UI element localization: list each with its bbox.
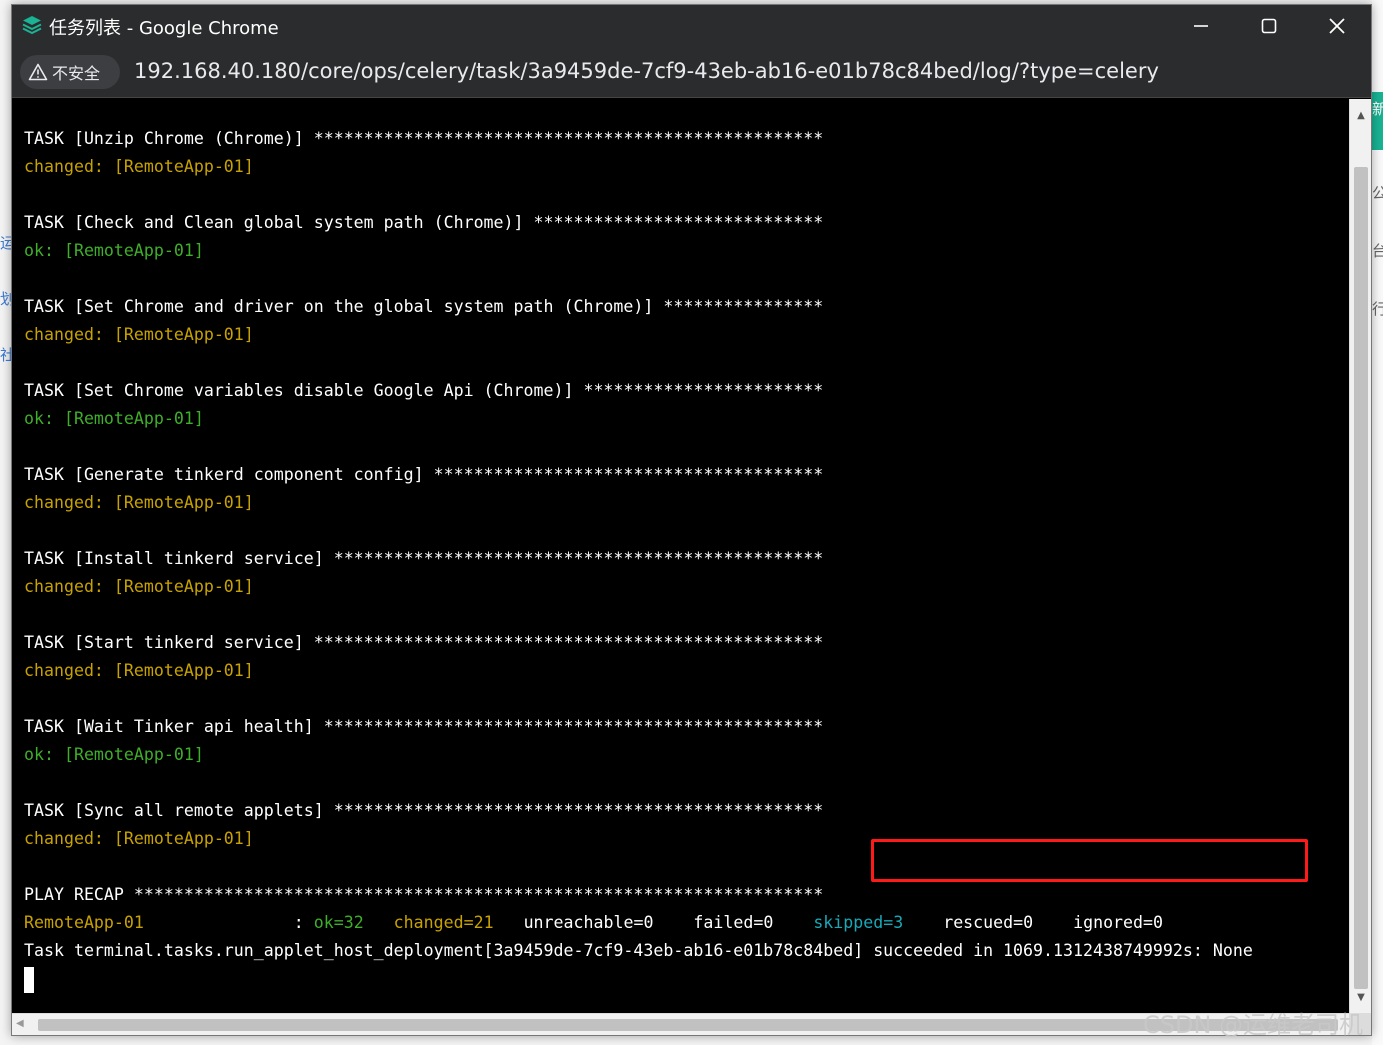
recap-ignored: ignored=0 (1073, 913, 1164, 932)
background-fragment: 行 (1372, 300, 1383, 318)
task-header-line: TASK [Check and Clean global system path… (24, 209, 1253, 237)
background-fragment: 台 (1372, 242, 1383, 260)
task-header: TASK [Unzip Chrome (Chrome)] ***********… (24, 129, 824, 148)
scroll-up-arrow-icon[interactable]: ▲ (1350, 105, 1371, 125)
url-text[interactable]: 192.168.40.180/core/ops/celery/task/3a94… (134, 59, 1159, 83)
task-status: changed: [RemoteApp-01] (24, 661, 254, 680)
recap-changed: changed=21 (393, 913, 494, 932)
task-header: TASK [Set Chrome and driver on the globa… (24, 297, 824, 316)
task-header: TASK [Generate tinkerd component config]… (24, 465, 824, 484)
cursor-line (24, 965, 1253, 993)
vertical-scroll-thumb[interactable] (1354, 167, 1368, 989)
task-header-line: TASK [Generate tinkerd component config]… (24, 461, 1253, 489)
task-header-line: TASK [Sync all remote applets] *********… (24, 797, 1253, 825)
background-page-edge (1372, 0, 1383, 1045)
warning-icon (28, 63, 48, 81)
minimize-icon (1194, 25, 1208, 27)
title-bar[interactable]: 任务列表 - Google Chrome (12, 5, 1371, 47)
final-task-result: succeeded in 1069.1312438749992s: None (873, 941, 1253, 960)
recap-rescued: rescued=0 (943, 913, 1034, 932)
background-fragment: 公 (1372, 184, 1383, 202)
task-status-line: ok: [RemoteApp-01] (24, 237, 1253, 265)
recap-header: PLAY RECAP *****************************… (24, 885, 824, 904)
task-header-line: TASK [Start tinkerd service] ***********… (24, 629, 1253, 657)
task-header-line: TASK [Wait Tinker api health] **********… (24, 713, 1253, 741)
background-green-button: 新 (1372, 92, 1383, 150)
recap-line: RemoteApp-01 : ok=32 changed=21 unreacha… (24, 909, 1253, 937)
maximize-icon (1261, 18, 1277, 34)
recap-ok: ok=32 (313, 913, 364, 932)
task-status: changed: [RemoteApp-01] (24, 493, 254, 512)
task-status: changed: [RemoteApp-01] (24, 325, 254, 344)
minimize-button[interactable] (1167, 5, 1235, 47)
recap-separator: : (143, 913, 314, 932)
task-status-line: changed: [RemoteApp-01] (24, 153, 1253, 181)
recap-header-line: PLAY RECAP *****************************… (24, 881, 1253, 909)
task-status-line: ok: [RemoteApp-01] (24, 741, 1253, 769)
security-indicator[interactable]: 不安全 (20, 55, 120, 89)
task-header: TASK [Install tinkerd service] *********… (24, 549, 824, 568)
task-header-line: TASK [Install tinkerd service] *********… (24, 545, 1253, 573)
task-status: changed: [RemoteApp-01] (24, 577, 254, 596)
window-title: 任务列表 - Google Chrome (49, 18, 279, 39)
task-status-line: changed: [RemoteApp-01] (24, 657, 1253, 685)
task-header-line: TASK [Set Chrome and driver on the globa… (24, 293, 1253, 321)
terminal-cursor (24, 966, 34, 993)
final-task-prefix: Task terminal.tasks.run_applet_host_depl… (24, 941, 874, 960)
task-header-line: TASK [Unzip Chrome (Chrome)] ***********… (24, 125, 1253, 153)
vertical-scrollbar[interactable]: ▲ ▼ (1349, 99, 1371, 1013)
close-button[interactable] (1303, 5, 1371, 47)
task-status-line: ok: [RemoteApp-01] (24, 405, 1253, 433)
background-fragment: 新 (1372, 100, 1383, 118)
task-status-line: changed: [RemoteApp-01] (24, 573, 1253, 601)
app-logo-icon (22, 16, 42, 35)
task-header: TASK [Set Chrome variables disable Googl… (24, 381, 824, 400)
task-status-line: changed: [RemoteApp-01] (24, 489, 1253, 517)
task-status: changed: [RemoteApp-01] (24, 157, 254, 176)
close-icon (1329, 18, 1345, 34)
recap-failed: failed=0 (693, 913, 774, 932)
watermark: CSDN @运维老司机 (1143, 1011, 1364, 1039)
recap-unreachable: unreachable=0 (523, 913, 654, 932)
task-status-line: changed: [RemoteApp-01] (24, 321, 1253, 349)
task-status: changed: [RemoteApp-01] (24, 829, 254, 848)
task-header: TASK [Start tinkerd service] ***********… (24, 633, 824, 652)
recap-host: RemoteApp-01 (24, 913, 144, 932)
address-bar: 不安全 192.168.40.180/core/ops/celery/task/… (12, 47, 1371, 98)
recap-skipped: skipped=3 (813, 913, 904, 932)
task-status: ok: [RemoteApp-01] (24, 241, 204, 260)
chrome-popup-window: 任务列表 - Google Chrome 不安全 192.168.40.180/… (11, 4, 1372, 1036)
task-header: TASK [Wait Tinker api health] **********… (24, 717, 824, 736)
task-header: TASK [Sync all remote applets] *********… (24, 801, 824, 820)
task-header-line: TASK [Set Chrome variables disable Googl… (24, 377, 1253, 405)
success-highlight-box (871, 839, 1308, 882)
task-header: TASK [Check and Clean global system path… (24, 213, 824, 232)
scroll-left-arrow-icon[interactable]: ◀ (16, 1018, 24, 1029)
task-status: ok: [RemoteApp-01] (24, 745, 204, 764)
final-result-line: Task terminal.tasks.run_applet_host_depl… (24, 937, 1253, 965)
task-status: ok: [RemoteApp-01] (24, 409, 204, 428)
scroll-down-arrow-icon[interactable]: ▼ (1350, 987, 1371, 1007)
maximize-button[interactable] (1235, 5, 1303, 47)
security-label: 不安全 (52, 64, 101, 83)
